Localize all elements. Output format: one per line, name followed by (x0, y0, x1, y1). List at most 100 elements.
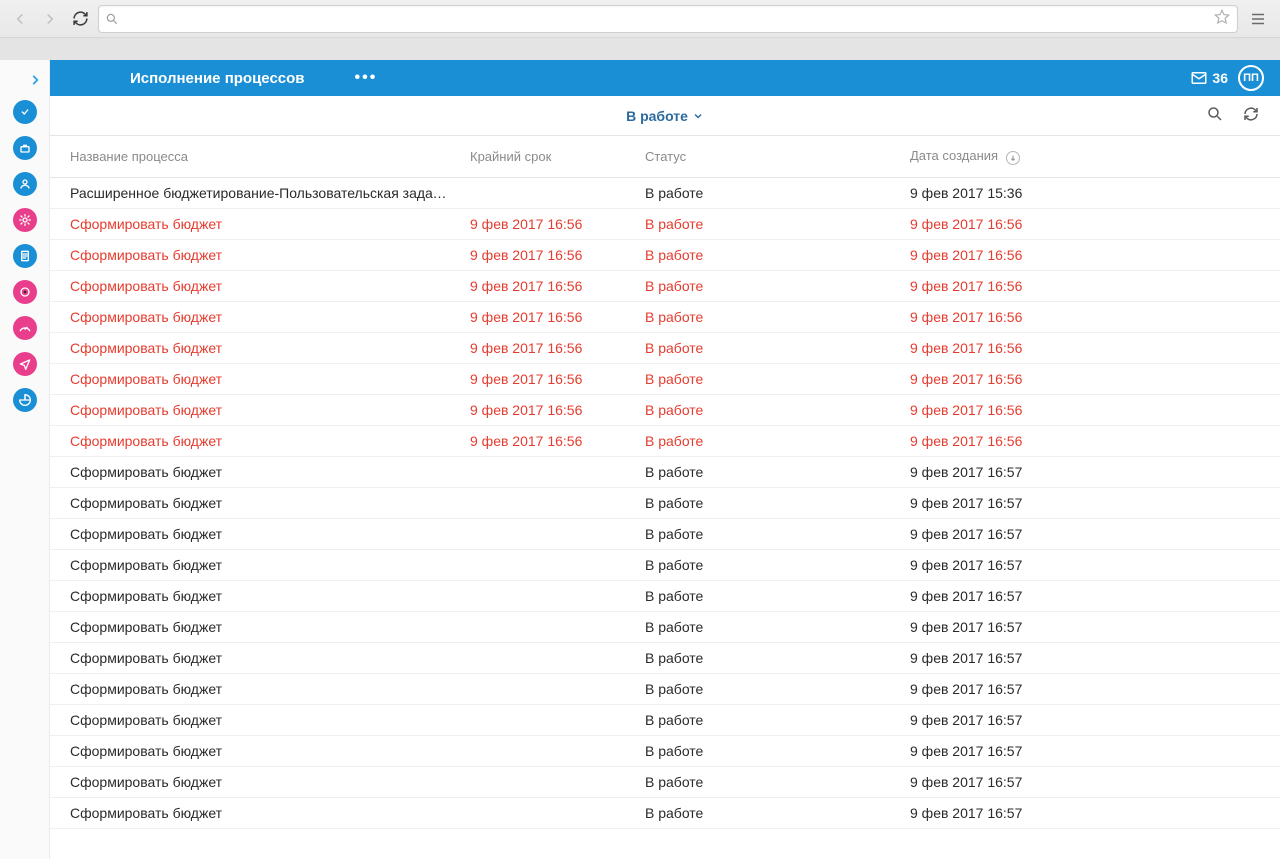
table-header-row: Название процесса Крайний срок Статус Да… (50, 136, 1280, 178)
sidebar-item-8[interactable] (0, 382, 50, 418)
sidebar-item-5[interactable] (0, 274, 50, 310)
col-created[interactable]: Дата создания (900, 136, 1280, 178)
table-row[interactable]: Сформировать бюджет9 фев 2017 16:56В раб… (50, 333, 1280, 364)
cell-status: В работе (635, 178, 900, 209)
filter-dropdown[interactable]: В работе (626, 108, 704, 124)
table-row[interactable]: Сформировать бюджетВ работе9 фев 2017 16… (50, 550, 1280, 581)
cell-status: В работе (635, 705, 900, 736)
sidebar-item-2[interactable] (0, 166, 50, 202)
cell-name: Сформировать бюджет (50, 581, 460, 612)
briefcase-icon (17, 140, 33, 156)
arrow-right-icon (41, 10, 59, 28)
cell-name: Сформировать бюджет (50, 767, 460, 798)
col-deadline[interactable]: Крайний срок (460, 136, 635, 178)
mail-count-button[interactable]: 36 (1190, 69, 1228, 87)
cell-status: В работе (635, 612, 900, 643)
browser-menu-button[interactable] (1244, 5, 1272, 33)
chevron-down-icon (692, 110, 704, 122)
table-row[interactable]: Сформировать бюджетВ работе9 фев 2017 16… (50, 612, 1280, 643)
table-row[interactable]: Расширенное бюджетирование-Пользовательс… (50, 178, 1280, 209)
cell-name: Сформировать бюджет (50, 643, 460, 674)
sidebar-item-3[interactable] (0, 202, 50, 238)
cell-status: В работе (635, 581, 900, 612)
cell-deadline: 9 фев 2017 16:56 (460, 426, 635, 457)
search-icon (1206, 105, 1224, 123)
gauge-icon (17, 320, 33, 336)
app: Исполнение процессов ••• 36 ПП В работе (0, 60, 1280, 859)
filter-bar: В работе (50, 96, 1280, 136)
cell-deadline (460, 519, 635, 550)
filter-actions (1206, 105, 1280, 126)
col-name[interactable]: Название процесса (50, 136, 460, 178)
table-row[interactable]: Сформировать бюджетВ работе9 фев 2017 16… (50, 705, 1280, 736)
nav-back-button[interactable] (8, 7, 32, 31)
table-row[interactable]: Сформировать бюджет9 фев 2017 16:56В раб… (50, 426, 1280, 457)
table-row[interactable]: Сформировать бюджетВ работе9 фев 2017 16… (50, 798, 1280, 829)
table-row[interactable]: Сформировать бюджет9 фев 2017 16:56В раб… (50, 395, 1280, 426)
table-row[interactable]: Сформировать бюджетВ работе9 фев 2017 16… (50, 488, 1280, 519)
cell-deadline (460, 798, 635, 829)
col-created-label: Дата создания (910, 148, 998, 163)
sidebar-toggle-button[interactable] (0, 66, 50, 94)
cell-status: В работе (635, 426, 900, 457)
cell-deadline (460, 178, 635, 209)
address-bar[interactable] (98, 5, 1238, 33)
more-menu-button[interactable]: ••• (355, 69, 378, 87)
cell-status: В работе (635, 240, 900, 271)
sidebar-item-7[interactable] (0, 346, 50, 382)
search-button[interactable] (1206, 105, 1224, 126)
table-row[interactable]: Сформировать бюджет9 фев 2017 16:56В раб… (50, 302, 1280, 333)
table-row[interactable]: Сформировать бюджет В работе9 фев 2017 16… (50, 457, 1280, 488)
cell-created: 9 фев 2017 16:56 (900, 302, 1280, 333)
cell-created: 9 фев 2017 16:56 (900, 333, 1280, 364)
table-wrap[interactable]: Название процесса Крайний срок Статус Да… (50, 136, 1280, 859)
address-input[interactable] (123, 6, 1209, 32)
cell-deadline (460, 643, 635, 674)
table-row[interactable]: Сформировать бюджетВ работе9 фев 2017 16… (50, 736, 1280, 767)
table-row[interactable]: Сформировать бюджет9 фев 2017 16:56В раб… (50, 271, 1280, 302)
cell-deadline (460, 736, 635, 767)
cell-status: В работе (635, 767, 900, 798)
pie-icon (17, 392, 33, 408)
col-status[interactable]: Статус (635, 136, 900, 178)
cell-created: 9 фев 2017 16:57 (900, 767, 1280, 798)
table-row[interactable]: Сформировать бюджетВ работе9 фев 2017 16… (50, 519, 1280, 550)
cell-status: В работе (635, 674, 900, 705)
hamburger-icon (1249, 10, 1267, 28)
bookmark-button[interactable] (1213, 8, 1231, 29)
table-row[interactable]: Сформировать бюджет9 фев 2017 16:56В раб… (50, 209, 1280, 240)
table-row[interactable]: Сформировать бюджетВ работе9 фев 2017 16… (50, 674, 1280, 705)
cell-status: В работе (635, 271, 900, 302)
sidebar-item-6[interactable] (0, 310, 50, 346)
sidebar-item-0[interactable] (0, 94, 50, 130)
cell-deadline (460, 767, 635, 798)
nav-reload-button[interactable] (68, 7, 92, 31)
cell-status: В работе (635, 364, 900, 395)
refresh-button[interactable] (1242, 105, 1260, 126)
table-row[interactable]: Сформировать бюджет9 фев 2017 16:56В раб… (50, 240, 1280, 271)
cell-created: 9 фев 2017 16:57 (900, 457, 1280, 488)
cell-created: 9 фев 2017 16:57 (900, 488, 1280, 519)
cell-name: Сформировать бюджет (50, 457, 460, 488)
cell-status: В работе (635, 457, 900, 488)
cell-deadline (460, 457, 635, 488)
table-row[interactable]: Сформировать бюджет В работе9 фев 2017 16… (50, 767, 1280, 798)
table-row[interactable]: Сформировать бюджет В работе9 фев 2017 16… (50, 581, 1280, 612)
cell-created: 9 фев 2017 16:56 (900, 209, 1280, 240)
table-row[interactable]: Сформировать бюджет9 фев 2017 16:56В раб… (50, 364, 1280, 395)
mail-count-value: 36 (1212, 70, 1228, 86)
cell-deadline (460, 550, 635, 581)
nav-forward-button[interactable] (38, 7, 62, 31)
sidebar-item-4[interactable] (0, 238, 50, 274)
cell-name: Сформировать бюджет (50, 302, 460, 333)
table-row[interactable]: Сформировать бюджетВ работе9 фев 2017 16… (50, 643, 1280, 674)
cell-name: Сформировать бюджет (50, 736, 460, 767)
sidebar-item-1[interactable] (0, 130, 50, 166)
avatar[interactable]: ПП (1238, 65, 1264, 91)
cell-deadline: 9 фев 2017 16:56 (460, 364, 635, 395)
cell-name: Сформировать бюджет (50, 674, 460, 705)
sort-indicator-icon (1006, 151, 1020, 165)
cell-created: 9 фев 2017 16:56 (900, 426, 1280, 457)
cell-created: 9 фев 2017 16:57 (900, 581, 1280, 612)
cell-name: Сформировать бюджет (50, 488, 460, 519)
